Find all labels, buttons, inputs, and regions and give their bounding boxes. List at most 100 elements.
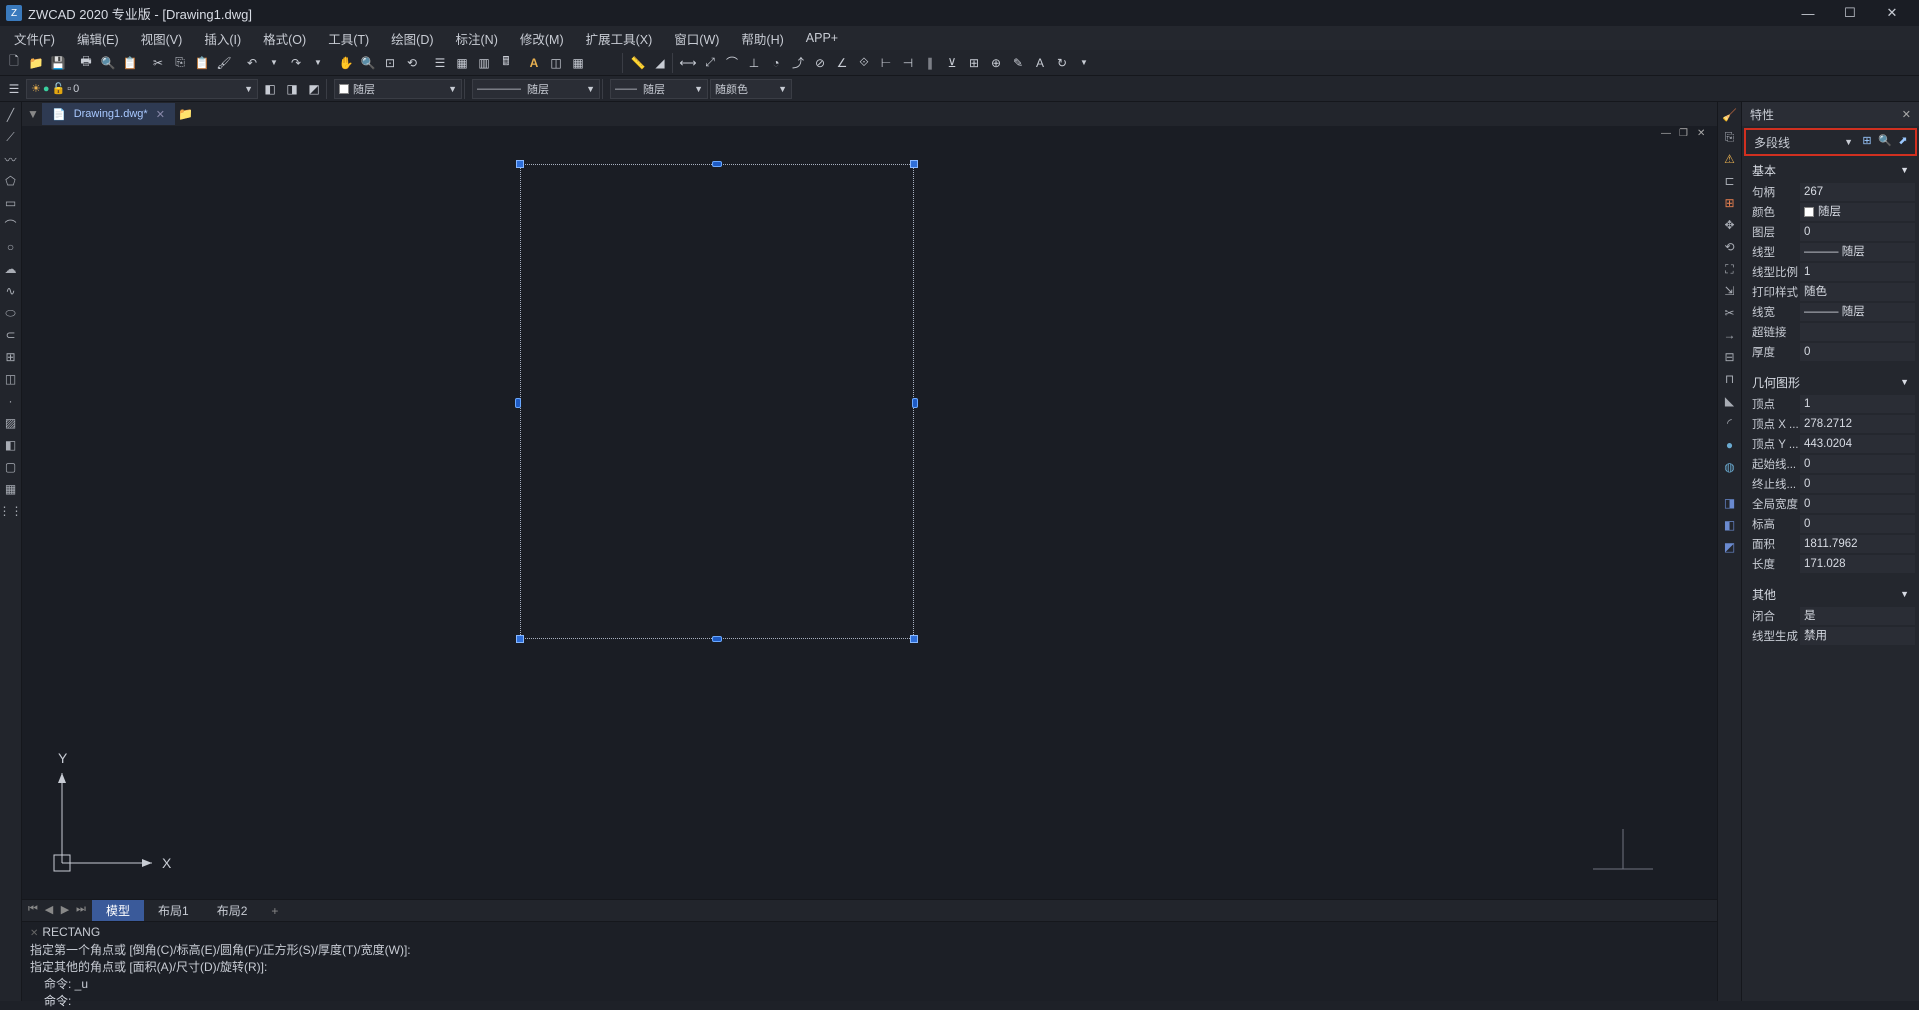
property-row[interactable]: 顶点 X ...278.2712 [1746,414,1915,434]
dim-linear-icon[interactable]: ⟷ [678,53,698,73]
doc-tab-close-icon[interactable]: ✕ [156,108,165,121]
menu-item[interactable]: 修改(M) [510,26,574,51]
block-icon[interactable]: ◫ [546,53,566,73]
menu-item[interactable]: 文件(F) [4,26,65,51]
property-row[interactable]: 颜色随层 [1746,202,1915,222]
menu-item[interactable]: 绘图(D) [381,26,443,51]
block-icon[interactable]: ◫ [2,370,20,388]
offset-icon[interactable]: ⊏ [1721,172,1739,190]
property-row[interactable]: 句柄267 [1746,182,1915,202]
maximize-button[interactable]: ☐ [1843,6,1857,20]
mod3-icon[interactable]: ◩ [1721,538,1739,556]
erase-icon[interactable]: 🧹 [1721,106,1739,124]
calc-icon[interactable]: 🖩 [496,53,516,73]
property-row[interactable]: 闭合是 [1746,606,1915,626]
property-row[interactable]: 线宽——— 随层 [1746,302,1915,322]
doc-tab-new-icon[interactable]: 📁 [175,107,197,121]
dim-upd-icon[interactable]: ↻ [1052,53,1072,73]
spline-icon[interactable]: ∿ [2,282,20,300]
menu-item[interactable]: 视图(V) [131,26,193,51]
menu-item[interactable]: 标注(N) [446,26,508,51]
pickadd-icon[interactable]: ⬈ [1895,134,1911,150]
dim-base-icon[interactable]: ⊢ [876,53,896,73]
layer-iso-icon[interactable]: ◩ [304,79,324,99]
matchprop-icon[interactable]: 🖌 [214,53,234,73]
doc-restore-icon[interactable]: ❐ [1679,128,1693,140]
menu-item[interactable]: 格式(O) [253,26,316,51]
layer-dropdown[interactable]: ☀●🔓▫ 0 ▼ [26,79,258,99]
rectangle-icon[interactable]: ▭ [2,194,20,212]
grip-tr[interactable] [910,160,918,168]
mirror-icon[interactable]: ⚠ [1721,150,1739,168]
insert-icon[interactable]: ⊞ [2,348,20,366]
extend-icon[interactable]: → [1721,326,1739,344]
chamfer-icon[interactable]: ◣ [1721,392,1739,410]
layout-prev-icon[interactable]: ◀ [42,903,56,919]
layout-last-icon[interactable]: ⏭ [74,903,88,919]
menu-item[interactable]: 窗口(W) [664,26,729,51]
layer-state-icon[interactable]: ◨ [282,79,302,99]
dim-tedit-icon[interactable]: A [1030,53,1050,73]
property-row[interactable]: 标高0 [1746,514,1915,534]
text-icon[interactable]: A [524,53,544,73]
move-icon[interactable]: ✥ [1721,216,1739,234]
layout-tab[interactable]: 布局1 [144,900,203,921]
menu-item[interactable]: 工具(T) [318,26,379,51]
new-icon[interactable]: 🗋 [4,53,24,73]
dim-rad-icon[interactable]: ◔ [766,53,786,73]
pan-icon[interactable]: ✋ [336,53,356,73]
paste-icon[interactable]: 📋 [192,53,212,73]
mtext-icon[interactable]: ⋮⋮ [2,502,20,520]
copy-obj-icon[interactable]: ⎘ [1721,128,1739,146]
cmd-close-icon[interactable]: ✕ [30,928,38,939]
doc-tab-menu-icon[interactable]: ▼ [24,107,42,121]
zoom-rt-icon[interactable]: 🔍 [358,53,378,73]
area-icon[interactable]: ◢ [650,53,670,73]
lineweight-dropdown[interactable]: ——随层▼ [610,79,708,99]
circle-icon[interactable]: ○ [2,238,20,256]
table-draw-icon[interactable]: ▦ [2,480,20,498]
tol-icon[interactable]: ⊞ [964,53,984,73]
dim-edit-icon[interactable]: ✎ [1008,53,1028,73]
quickselect-icon[interactable]: ⊞ [1859,134,1875,150]
section-basic-header[interactable]: 基本▼ [1746,158,1915,182]
array-icon[interactable]: ⊞ [1721,194,1739,212]
dim-dia-icon[interactable]: ⊘ [810,53,830,73]
grip-bm[interactable] [712,636,722,642]
dim-jog-icon[interactable]: ⤴ [788,53,808,73]
undo-icon[interactable]: ↶ [242,53,262,73]
layout-tab[interactable]: 模型 [92,900,144,921]
ellipsearc-icon[interactable]: ⊂ [2,326,20,344]
center-icon[interactable]: ⊕ [986,53,1006,73]
properties-icon[interactable]: ☰ [430,53,450,73]
property-row[interactable]: 图层0 [1746,222,1915,242]
ellipse-icon[interactable]: ⬭ [2,304,20,322]
property-row[interactable]: 面积1811.7962 [1746,534,1915,554]
zoom-win-icon[interactable]: ⊡ [380,53,400,73]
menu-item[interactable]: 扩展工具(X) [576,26,663,51]
undo-dd-icon[interactable]: ▼ [264,53,284,73]
rotate-icon[interactable]: ⟲ [1721,238,1739,256]
grip-tm[interactable] [712,161,722,167]
doc-minimize-icon[interactable]: — [1661,128,1675,140]
mod1-icon[interactable]: ◨ [1721,494,1739,512]
redo-dd-icon[interactable]: ▼ [308,53,328,73]
section-other-header[interactable]: 其他▼ [1746,582,1915,606]
doc-close-icon[interactable]: ✕ [1697,128,1711,140]
property-row[interactable]: 顶点1 [1746,394,1915,414]
grip-lm[interactable] [515,398,521,408]
gradient-icon[interactable]: ◧ [2,436,20,454]
plotcolor-dropdown[interactable]: 随颜色▼ [710,79,792,99]
selected-rectangle[interactable] [520,164,914,639]
dim-arc-icon[interactable]: ⌒ [722,53,742,73]
grip-rm[interactable] [912,398,918,408]
explode-icon[interactable]: ● [1721,436,1739,454]
menu-item[interactable]: APP+ [796,28,848,48]
print-icon[interactable]: 🖶 [76,53,96,73]
property-row[interactable]: 起始线...0 [1746,454,1915,474]
dim-aligned-icon[interactable]: ⤢ [700,53,720,73]
layout-first-icon[interactable]: ⏮ [26,903,40,919]
redo-icon[interactable]: ↷ [286,53,306,73]
cut-icon[interactable]: ✂ [148,53,168,73]
dim-space-icon[interactable]: ∥ [920,53,940,73]
